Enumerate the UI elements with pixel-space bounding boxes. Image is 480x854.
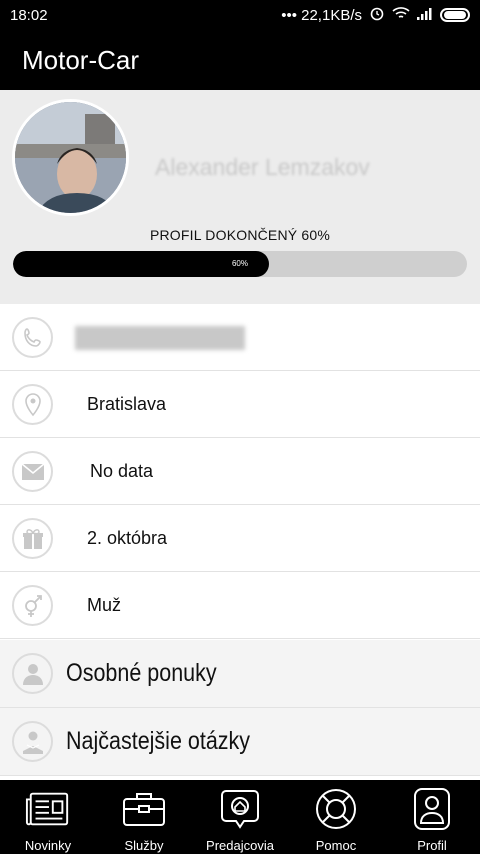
person-icon: [12, 653, 53, 694]
envelope-icon: [12, 451, 53, 492]
email-value: No data: [90, 460, 154, 481]
avatar-photo: [15, 102, 126, 213]
nav-label-news: Novinky: [24, 838, 72, 853]
app-title: Motor-Car: [22, 44, 140, 75]
status-bar: 18:02 ••• 22,1KB/s: [0, 0, 480, 30]
alarm-icon: [369, 5, 385, 25]
lifebuoy-icon: [313, 786, 359, 832]
nav-label-profile: Profil: [417, 838, 447, 853]
nav-item-services[interactable]: Služby: [96, 780, 192, 854]
user-icon: [409, 786, 455, 832]
app-bar: Motor-Car: [0, 30, 480, 90]
nav-item-news[interactable]: Novinky: [0, 780, 96, 854]
news-icon: [25, 786, 71, 832]
nav-label-help: Pomoc: [315, 838, 357, 853]
location-pin-icon: [12, 384, 53, 425]
phone-value-redacted: [75, 326, 245, 350]
status-time: 18:02: [10, 6, 48, 24]
profile-menu-list: Osobné ponuky Najčastejšie otázky: [0, 640, 480, 776]
nav-label-services: Služby: [124, 838, 164, 853]
profile-name: Alexander Lemzakov: [155, 154, 370, 180]
dealer-icon: [217, 786, 263, 832]
info-row-gender[interactable]: Muž: [0, 572, 480, 639]
faq-label: Najčastejšie otázky: [66, 727, 251, 755]
city-value: Bratislava: [87, 393, 167, 414]
nav-item-help[interactable]: Pomoc: [288, 780, 384, 854]
gift-icon: [12, 518, 53, 559]
profile-info-list: Bratislava No data 2. októbra Muž: [0, 304, 480, 639]
profile-progress-bar: 60%: [13, 251, 467, 277]
menu-item-faq[interactable]: Najčastejšie otázky: [0, 708, 480, 776]
info-row-email[interactable]: No data: [0, 438, 480, 505]
nav-item-dealers[interactable]: Predajcovia: [192, 780, 288, 854]
personal-offers-label: Osobné ponuky: [66, 659, 217, 687]
profile-progress-text: 60%: [231, 259, 248, 268]
briefcase-icon: [121, 786, 167, 832]
gender-icon: [12, 585, 53, 626]
signal-icon: [417, 7, 433, 24]
battery-icon: [440, 8, 470, 22]
profile-completion-label: PROFIL DOKONČENÝ 60%: [149, 227, 331, 243]
info-row-phone[interactable]: [0, 304, 480, 371]
profile-header: Alexander Lemzakov PROFIL DOKONČENÝ 60% …: [0, 90, 480, 304]
network-speed: ••• 22,1KB/s: [281, 6, 362, 24]
birthday-value: 2. októbra: [87, 527, 168, 548]
nav-item-profile[interactable]: Profil: [384, 780, 480, 854]
wifi-icon: [392, 6, 410, 24]
info-row-birthday[interactable]: 2. októbra: [0, 505, 480, 572]
phone-icon: [12, 317, 53, 358]
avatar[interactable]: [12, 99, 129, 216]
nav-label-dealers: Predajcovia: [206, 838, 274, 853]
bottom-navigation: Novinky Služby Predajcovia Pomoc Profil: [0, 780, 480, 854]
gender-value: Muž: [87, 594, 122, 615]
reading-person-icon: [12, 721, 53, 762]
menu-item-personal-offers[interactable]: Osobné ponuky: [0, 640, 480, 708]
info-row-city[interactable]: Bratislava: [0, 371, 480, 438]
